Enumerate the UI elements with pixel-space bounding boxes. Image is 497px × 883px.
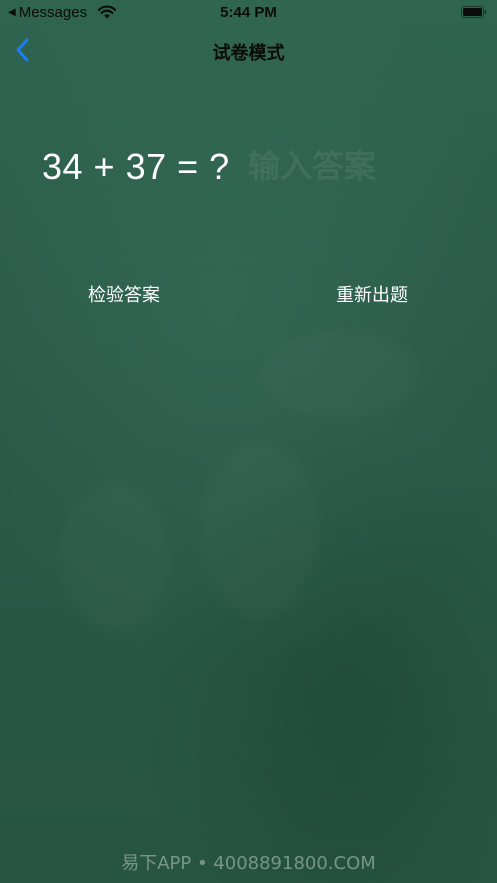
math-question: 34 + 37 = ? bbox=[42, 146, 230, 187]
new-question-button[interactable]: 重新出题 bbox=[333, 280, 411, 308]
navigation-bar: 试卷模式 bbox=[0, 26, 497, 74]
answer-input[interactable] bbox=[240, 140, 458, 192]
check-answer-button[interactable]: 检验答案 bbox=[85, 280, 163, 308]
battery-icon bbox=[461, 6, 487, 18]
status-time: 5:44 PM bbox=[220, 4, 277, 21]
page-title: 试卷模式 bbox=[212, 43, 285, 64]
watermark-text: 易下APP • 4008891800.COM bbox=[121, 853, 376, 874]
status-bar: ◀ Messages 5:44 PM bbox=[0, 0, 497, 26]
chalkboard-background bbox=[0, 0, 497, 883]
